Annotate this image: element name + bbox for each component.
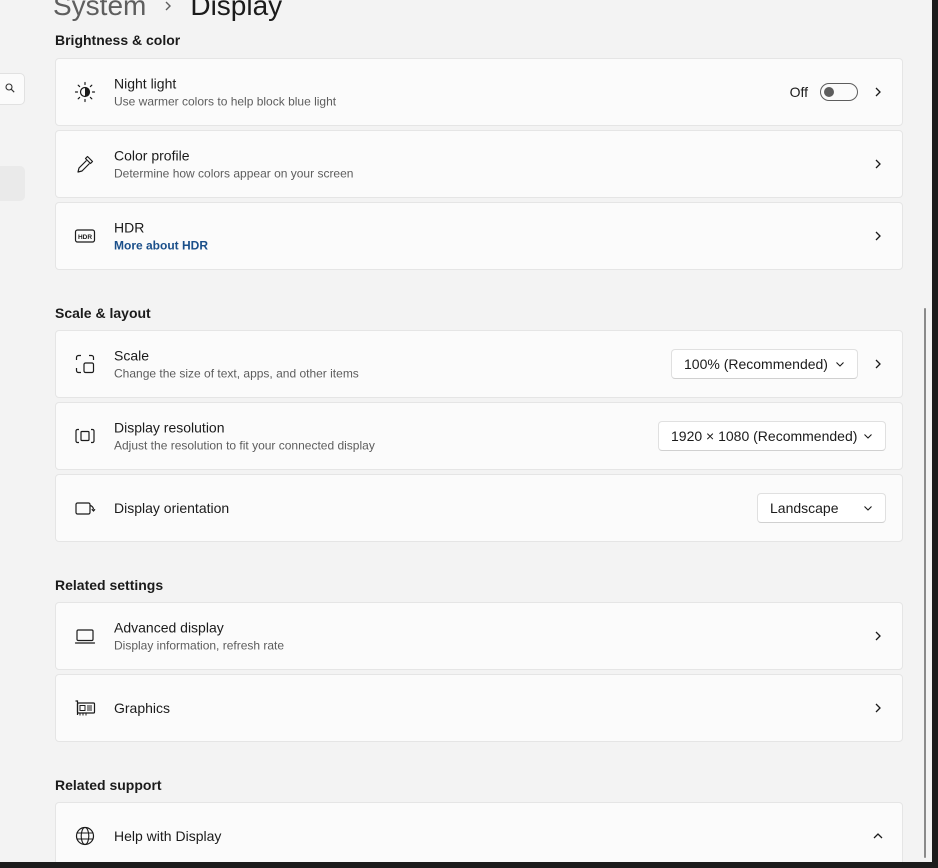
globe-icon <box>74 825 96 847</box>
chevron-up-icon[interactable] <box>872 830 884 842</box>
scale-dropdown[interactable]: 100% (Recommended) <box>671 349 858 379</box>
night-light-title: Night light <box>114 75 177 92</box>
night-light-subtitle: Use warmer colors to help block blue lig… <box>114 94 337 109</box>
graphics-title: Graphics <box>114 700 171 716</box>
color-profile-subtitle: Determine how colors appear on your scre… <box>114 166 354 181</box>
eyedropper-icon <box>74 153 96 175</box>
chevron-right-icon <box>872 230 884 242</box>
svg-text:HDR: HDR <box>78 234 92 241</box>
advanced-display-row[interactable]: Advanced display Display information, re… <box>55 602 903 670</box>
night-light-row[interactable]: Night light Use warmer colors to help bl… <box>55 58 903 126</box>
night-light-toggle-label: Off <box>789 84 808 100</box>
page-title: Display <box>190 0 283 21</box>
chevron-right-icon <box>872 702 884 714</box>
chevron-right-icon <box>872 158 884 170</box>
laptop-icon <box>74 625 96 647</box>
night-light-toggle[interactable] <box>820 83 858 101</box>
display-resolution-row[interactable]: Display resolution Adjust the resolution… <box>55 402 903 470</box>
graphics-row[interactable]: Graphics <box>55 674 903 742</box>
settings-page: System Display Brightness & color Night … <box>0 0 938 868</box>
scrollbar-thumb[interactable] <box>924 308 926 858</box>
scale-title: Scale <box>114 347 150 364</box>
chevron-right-icon <box>872 86 884 98</box>
hdr-icon: HDR <box>74 225 96 247</box>
section-title-related-settings: Related settings <box>55 577 164 593</box>
chevron-right-icon <box>872 358 884 370</box>
window-bottom-edge <box>0 862 938 868</box>
breadcrumb-system[interactable]: System <box>53 0 146 26</box>
sidebar-search-box[interactable] <box>0 73 25 105</box>
hdr-more-link[interactable]: More about HDR <box>114 238 208 254</box>
sidebar-selected-item[interactable] <box>0 166 25 201</box>
resolution-subtitle: Adjust the resolution to fit your connec… <box>114 438 375 453</box>
chevron-right-icon <box>872 630 884 642</box>
orientation-title: Display orientation <box>114 500 230 516</box>
scale-row[interactable]: Scale Change the size of text, apps, and… <box>55 330 903 398</box>
breadcrumb: System Display <box>53 0 282 26</box>
section-title-brightness: Brightness & color <box>55 32 181 48</box>
scale-icon <box>74 353 96 375</box>
hdr-title: HDR <box>114 219 145 236</box>
advanced-display-subtitle: Display information, refresh rate <box>114 638 285 653</box>
chevron-down-icon <box>835 359 845 369</box>
section-title-related-support: Related support <box>55 777 162 793</box>
display-orientation-row[interactable]: Display orientation Landscape <box>55 474 903 542</box>
resolution-dropdown-value: 1920 × 1080 (Recommended) <box>671 428 858 444</box>
section-title-scale-layout: Scale & layout <box>55 305 151 321</box>
window-edge <box>932 0 938 868</box>
chevron-right-icon <box>162 0 174 12</box>
scale-dropdown-value: 100% (Recommended) <box>684 356 828 372</box>
search-icon <box>5 83 15 93</box>
graphics-card-icon <box>74 697 96 719</box>
resolution-icon <box>74 425 96 447</box>
hdr-row[interactable]: HDR HDR More about HDR <box>55 202 903 270</box>
resolution-dropdown[interactable]: 1920 × 1080 (Recommended) <box>658 421 886 451</box>
color-profile-row[interactable]: Color profile Determine how colors appea… <box>55 130 903 198</box>
scale-subtitle: Change the size of text, apps, and other… <box>114 366 359 381</box>
chevron-down-icon <box>863 431 873 441</box>
resolution-title: Display resolution <box>114 419 225 436</box>
orientation-dropdown[interactable]: Landscape <box>757 493 886 523</box>
chevron-down-icon <box>863 503 873 513</box>
help-with-display-row[interactable]: Help with Display <box>55 802 903 868</box>
orientation-dropdown-value: Landscape <box>770 500 839 516</box>
color-profile-title: Color profile <box>114 147 190 164</box>
help-with-display-title: Help with Display <box>114 828 222 844</box>
advanced-display-title: Advanced display <box>114 619 224 636</box>
orientation-icon <box>74 497 96 519</box>
night-light-icon <box>74 81 96 103</box>
toggle-knob <box>824 87 834 97</box>
